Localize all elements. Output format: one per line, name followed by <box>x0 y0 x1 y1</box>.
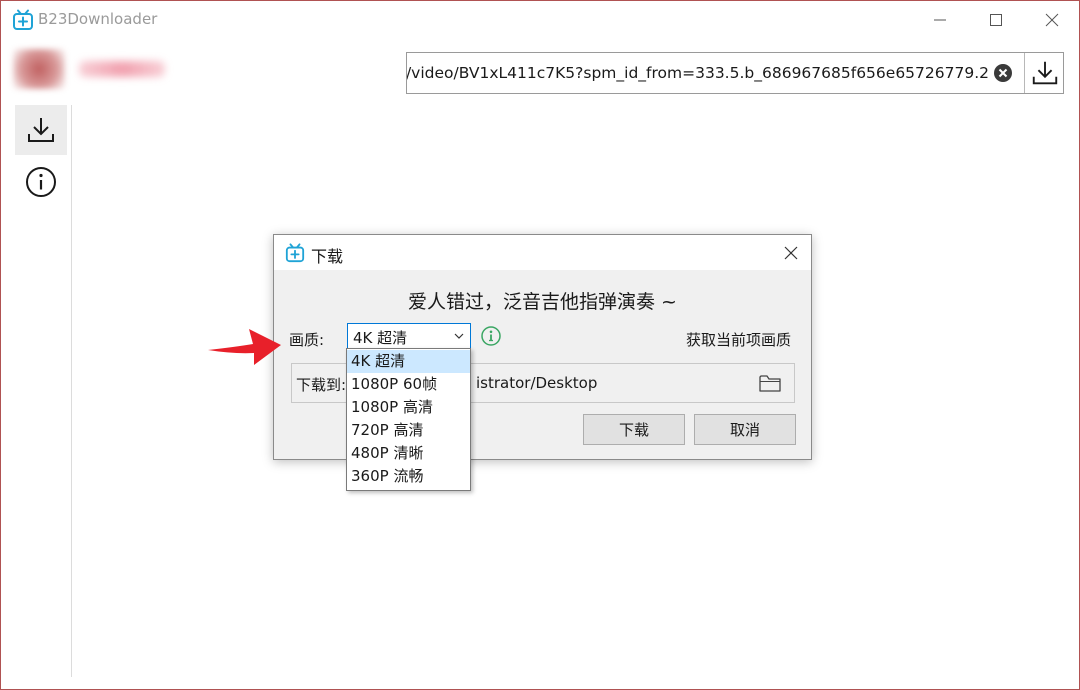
download-icon <box>1032 61 1057 85</box>
username-blurred <box>79 61 165 77</box>
dialog-close-button[interactable] <box>772 237 810 269</box>
start-download-button[interactable] <box>1025 53 1064 93</box>
title-bar: B23Downloader <box>1 1 1079 39</box>
sidebar <box>1 39 165 689</box>
maximize-icon <box>990 14 1002 26</box>
minimize-button[interactable] <box>917 1 963 39</box>
folder-icon[interactable] <box>758 372 782 394</box>
dropdown-option[interactable]: 1080P 60帧 <box>347 373 470 396</box>
red-arrow-annotation <box>208 329 281 365</box>
url-input-value: n/video/BV1xL411c7K5?spm_id_from=333.5.b… <box>407 64 989 82</box>
app-logo-icon <box>13 9 33 30</box>
app-window: B23Downloader n/video/BV1xL411c7K5?spm_i… <box>0 0 1080 690</box>
quality-select-value: 4K 超清 <box>353 329 408 347</box>
video-title: 爱人错过，泛音吉他指弹演奏 ~ <box>408 291 677 313</box>
dialog-cancel-button[interactable]: 取消 <box>694 414 796 445</box>
app-logo-icon <box>285 243 305 263</box>
sidebar-item-about[interactable] <box>15 157 67 207</box>
close-button[interactable] <box>1029 1 1075 39</box>
quality-select[interactable]: 4K 超清 <box>347 323 471 349</box>
dropdown-option[interactable]: 1080P 高清 <box>347 396 470 419</box>
quality-dropdown-list: 4K 超清 1080P 60帧 1080P 高清 720P 高清 480P 清晰… <box>346 348 471 491</box>
quality-info-icon[interactable] <box>480 325 502 347</box>
close-icon <box>1045 13 1059 27</box>
download-icon <box>28 118 54 142</box>
dialog-download-button[interactable]: 下载 <box>583 414 685 445</box>
sidebar-divider <box>71 105 72 677</box>
save-path-label: 下载到: <box>296 376 347 394</box>
chevron-down-icon <box>454 333 464 339</box>
dialog-title: 下载 <box>311 247 344 266</box>
fetch-quality-link[interactable]: 获取当前项画质 <box>686 329 791 350</box>
dropdown-option[interactable]: 4K 超清 <box>347 350 470 373</box>
quality-label: 画质: <box>289 331 325 349</box>
dialog-title-bar: 下载 <box>274 235 811 270</box>
maximize-button[interactable] <box>973 1 1019 39</box>
url-bar: n/video/BV1xL411c7K5?spm_id_from=333.5.b… <box>406 52 1064 94</box>
dropdown-option[interactable]: 480P 清晰 <box>347 442 470 465</box>
dropdown-option[interactable]: 720P 高清 <box>347 419 470 442</box>
minimize-icon <box>934 19 946 21</box>
clear-circle-icon[interactable] <box>993 63 1013 83</box>
url-input[interactable]: n/video/BV1xL411c7K5?spm_id_from=333.5.b… <box>407 53 989 93</box>
info-icon <box>26 167 56 197</box>
user-avatar[interactable] <box>13 49 65 89</box>
save-path-value: istrator/Desktop <box>476 374 598 392</box>
app-title: B23Downloader <box>38 10 158 28</box>
close-icon <box>784 246 798 260</box>
sidebar-item-download[interactable] <box>15 105 67 155</box>
dropdown-option[interactable]: 360P 流畅 <box>347 465 470 488</box>
